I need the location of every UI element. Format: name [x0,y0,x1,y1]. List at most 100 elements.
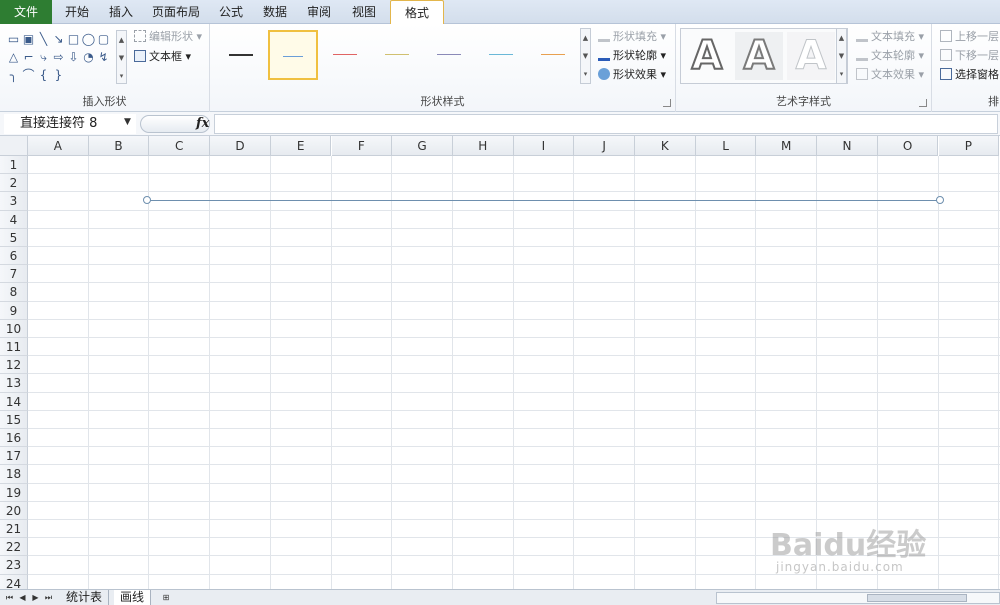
row-header[interactable]: 18 [0,465,28,484]
row-header[interactable]: 9 [0,301,28,320]
shape-option-icon[interactable]: △ [6,48,21,66]
row-header[interactable]: 2 [0,174,28,193]
row-header[interactable]: 1 [0,156,28,175]
gallery-more-icon[interactable]: ▾ [581,65,590,83]
shape-effects-button[interactable]: 形状效果 ▾ [598,66,666,84]
row-header[interactable]: 20 [0,501,28,520]
row-header[interactable]: 13 [0,374,28,393]
tab-file[interactable]: 文件 [0,0,52,24]
row-header[interactable]: 12 [0,356,28,375]
shape-option-icon[interactable]: ◔ [81,48,96,66]
horizontal-scrollbar[interactable] [716,592,1000,604]
next-sheet-icon[interactable]: ▶ [30,591,41,605]
row-header[interactable]: 22 [0,538,28,557]
first-sheet-icon[interactable]: ⏮ [4,591,15,605]
shape-style-gallery-scroll[interactable]: ▲ ▼ ▾ [580,28,591,84]
line-end-handle[interactable] [936,196,944,204]
column-header[interactable]: K [635,136,696,156]
column-header[interactable]: P [938,136,1000,156]
shape-style-swatch[interactable] [372,30,422,80]
text-box-button[interactable]: 文本框 ▾ [134,48,191,66]
scroll-up-icon[interactable]: ▲ [581,29,590,47]
shape-option-icon[interactable]: □ [66,30,81,48]
shape-option-icon[interactable]: { [36,66,51,84]
wordart-style-shadow[interactable]: A [735,32,783,80]
scroll-down-icon[interactable]: ▼ [837,47,846,65]
shape-outline-button[interactable]: 形状轮廓 ▾ [598,47,666,65]
shape-style-swatch[interactable] [424,30,474,80]
column-header[interactable]: G [392,136,453,156]
text-fill-button[interactable]: 文本填充 ▾ [856,28,924,46]
row-header[interactable]: 6 [0,247,28,266]
straight-connector-line[interactable] [147,200,940,201]
shape-option-icon[interactable]: ⤷ [36,48,51,66]
scroll-down-icon[interactable]: ▼ [117,49,126,67]
tab-formulas[interactable]: 公式 [210,0,252,24]
shape-style-swatch[interactable] [528,30,578,80]
wordart-style-outline[interactable]: A [683,32,731,80]
row-header[interactable]: 5 [0,228,28,247]
name-box[interactable]: 直接连接符 8 [4,114,136,134]
sheet-tab-draw-line[interactable]: 画线 [114,590,152,605]
row-header[interactable]: 14 [0,392,28,411]
column-header[interactable]: H [452,136,514,156]
column-header[interactable]: I [513,136,575,156]
gallery-more-icon[interactable]: ▾ [837,65,846,83]
shape-option-icon[interactable]: ▢ [96,30,111,48]
column-header[interactable]: J [574,136,635,156]
row-header[interactable]: 16 [0,429,28,448]
shapes-gallery-scroll[interactable]: ▲ ▼ ▾ [116,30,127,84]
tab-page-layout[interactable]: 页面布局 [144,0,208,24]
send-backward-button[interactable]: 下移一层 [940,47,999,65]
shape-option-icon[interactable]: ⌐ [21,48,36,66]
tab-home[interactable]: 开始 [56,0,98,24]
row-header[interactable]: 15 [0,410,28,429]
shape-option-icon[interactable]: ⇩ [66,48,81,66]
scroll-down-icon[interactable]: ▼ [581,47,590,65]
shape-option-icon[interactable]: ▭ [6,30,21,48]
row-header[interactable]: 3 [0,192,28,211]
shape-option-icon[interactable]: ⌒ [21,66,36,84]
select-all-corner[interactable] [0,136,28,156]
row-header[interactable]: 7 [0,265,28,284]
line-start-handle[interactable] [143,196,151,204]
shape-style-swatch[interactable] [268,30,318,80]
tab-insert[interactable]: 插入 [100,0,142,24]
shape-option-icon[interactable]: ╮ [6,66,21,84]
column-header[interactable]: L [695,136,757,156]
row-header[interactable]: 10 [0,319,28,338]
column-header[interactable]: N [817,136,878,156]
column-header[interactable]: E [270,136,332,156]
tab-format[interactable]: 格式 [390,0,444,25]
gallery-more-icon[interactable]: ▾ [117,67,126,85]
column-header[interactable]: C [149,136,211,156]
wordart-gallery-scroll[interactable]: ▲ ▼ ▾ [836,28,847,84]
shape-style-swatch[interactable] [476,30,526,80]
sheet-tab-stats[interactable]: 统计表 [60,590,110,605]
tab-view[interactable]: 视图 [342,0,386,24]
scroll-up-icon[interactable]: ▲ [117,31,126,49]
shape-option-icon[interactable]: ⇨ [51,48,66,66]
shape-fill-button[interactable]: 形状填充 ▾ [598,28,666,46]
insert-function-icon[interactable]: fx [196,114,209,134]
prev-sheet-icon[interactable]: ◀ [17,591,28,605]
shape-option-icon[interactable]: } [51,66,66,84]
column-header[interactable]: M [756,136,818,156]
tab-data[interactable]: 数据 [254,0,296,24]
scrollbar-thumb[interactable] [867,594,967,602]
column-header[interactable]: F [331,136,393,156]
column-header[interactable]: D [210,136,271,156]
row-header[interactable]: 24 [0,574,28,589]
shape-style-swatch[interactable] [216,30,266,80]
row-header[interactable]: 8 [0,283,28,302]
row-header[interactable]: 23 [0,556,28,575]
shape-option-icon[interactable]: ▣ [21,30,36,48]
selection-pane-button[interactable]: 选择窗格 [940,66,999,84]
wordart-launcher-icon[interactable] [919,99,927,107]
wordart-style-light[interactable]: A [787,32,835,80]
shape-styles-launcher-icon[interactable] [663,99,671,107]
shape-option-icon[interactable]: ╲ [36,30,51,48]
shape-option-icon[interactable]: ◯ [81,30,96,48]
shape-style-swatch[interactable] [320,30,370,80]
row-header[interactable]: 4 [0,210,28,229]
